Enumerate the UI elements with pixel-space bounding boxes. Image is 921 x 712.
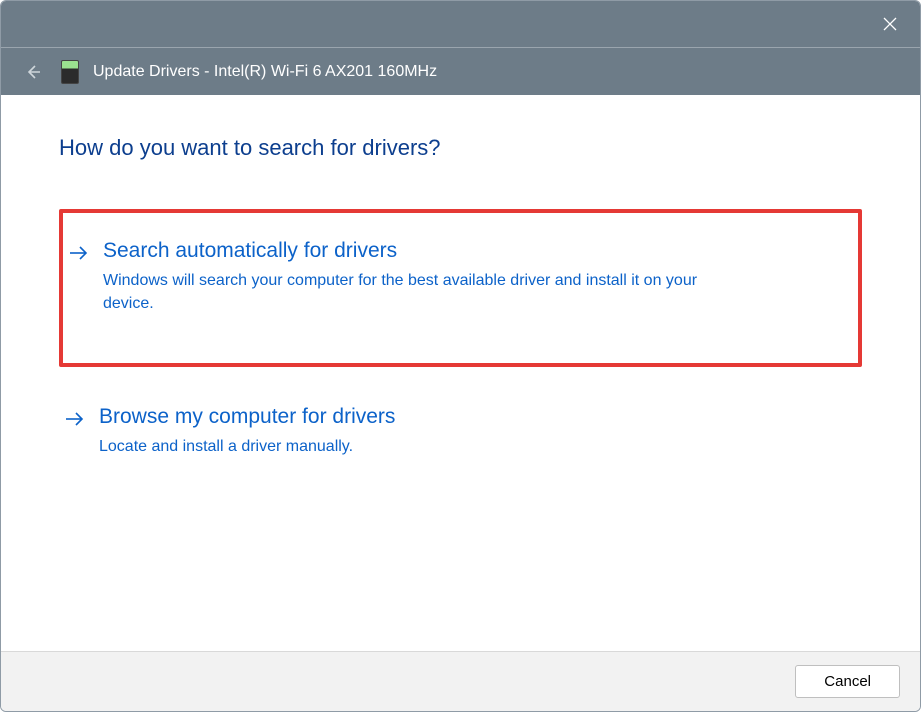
device-icon <box>61 60 79 84</box>
back-arrow-icon <box>24 63 42 81</box>
footer-bar: Cancel <box>1 651 920 711</box>
back-button[interactable] <box>19 58 47 86</box>
option-text: Browse my computer for drivers Locate an… <box>99 405 739 458</box>
option-browse-computer[interactable]: Browse my computer for drivers Locate an… <box>59 383 862 480</box>
option-description: Windows will search your computer for th… <box>103 269 743 315</box>
content-area: How do you want to search for drivers? S… <box>1 95 920 651</box>
option-description: Locate and install a driver manually. <box>99 435 739 458</box>
titlebar <box>1 1 920 47</box>
page-heading: How do you want to search for drivers? <box>59 135 862 161</box>
close-button[interactable] <box>872 6 908 42</box>
option-text: Search automatically for drivers Windows… <box>103 239 743 315</box>
option-search-automatically[interactable]: Search automatically for drivers Windows… <box>59 209 862 367</box>
option-title: Browse my computer for drivers <box>99 405 739 429</box>
update-drivers-dialog: Update Drivers - Intel(R) Wi-Fi 6 AX201 … <box>0 0 921 712</box>
arrow-right-icon <box>63 411 87 427</box>
close-icon <box>883 17 897 31</box>
header-bar: Update Drivers - Intel(R) Wi-Fi 6 AX201 … <box>1 47 920 95</box>
option-title: Search automatically for drivers <box>103 239 743 263</box>
arrow-right-icon <box>67 245 91 261</box>
cancel-button[interactable]: Cancel <box>795 665 900 698</box>
window-title: Update Drivers - Intel(R) Wi-Fi 6 AX201 … <box>93 63 437 81</box>
